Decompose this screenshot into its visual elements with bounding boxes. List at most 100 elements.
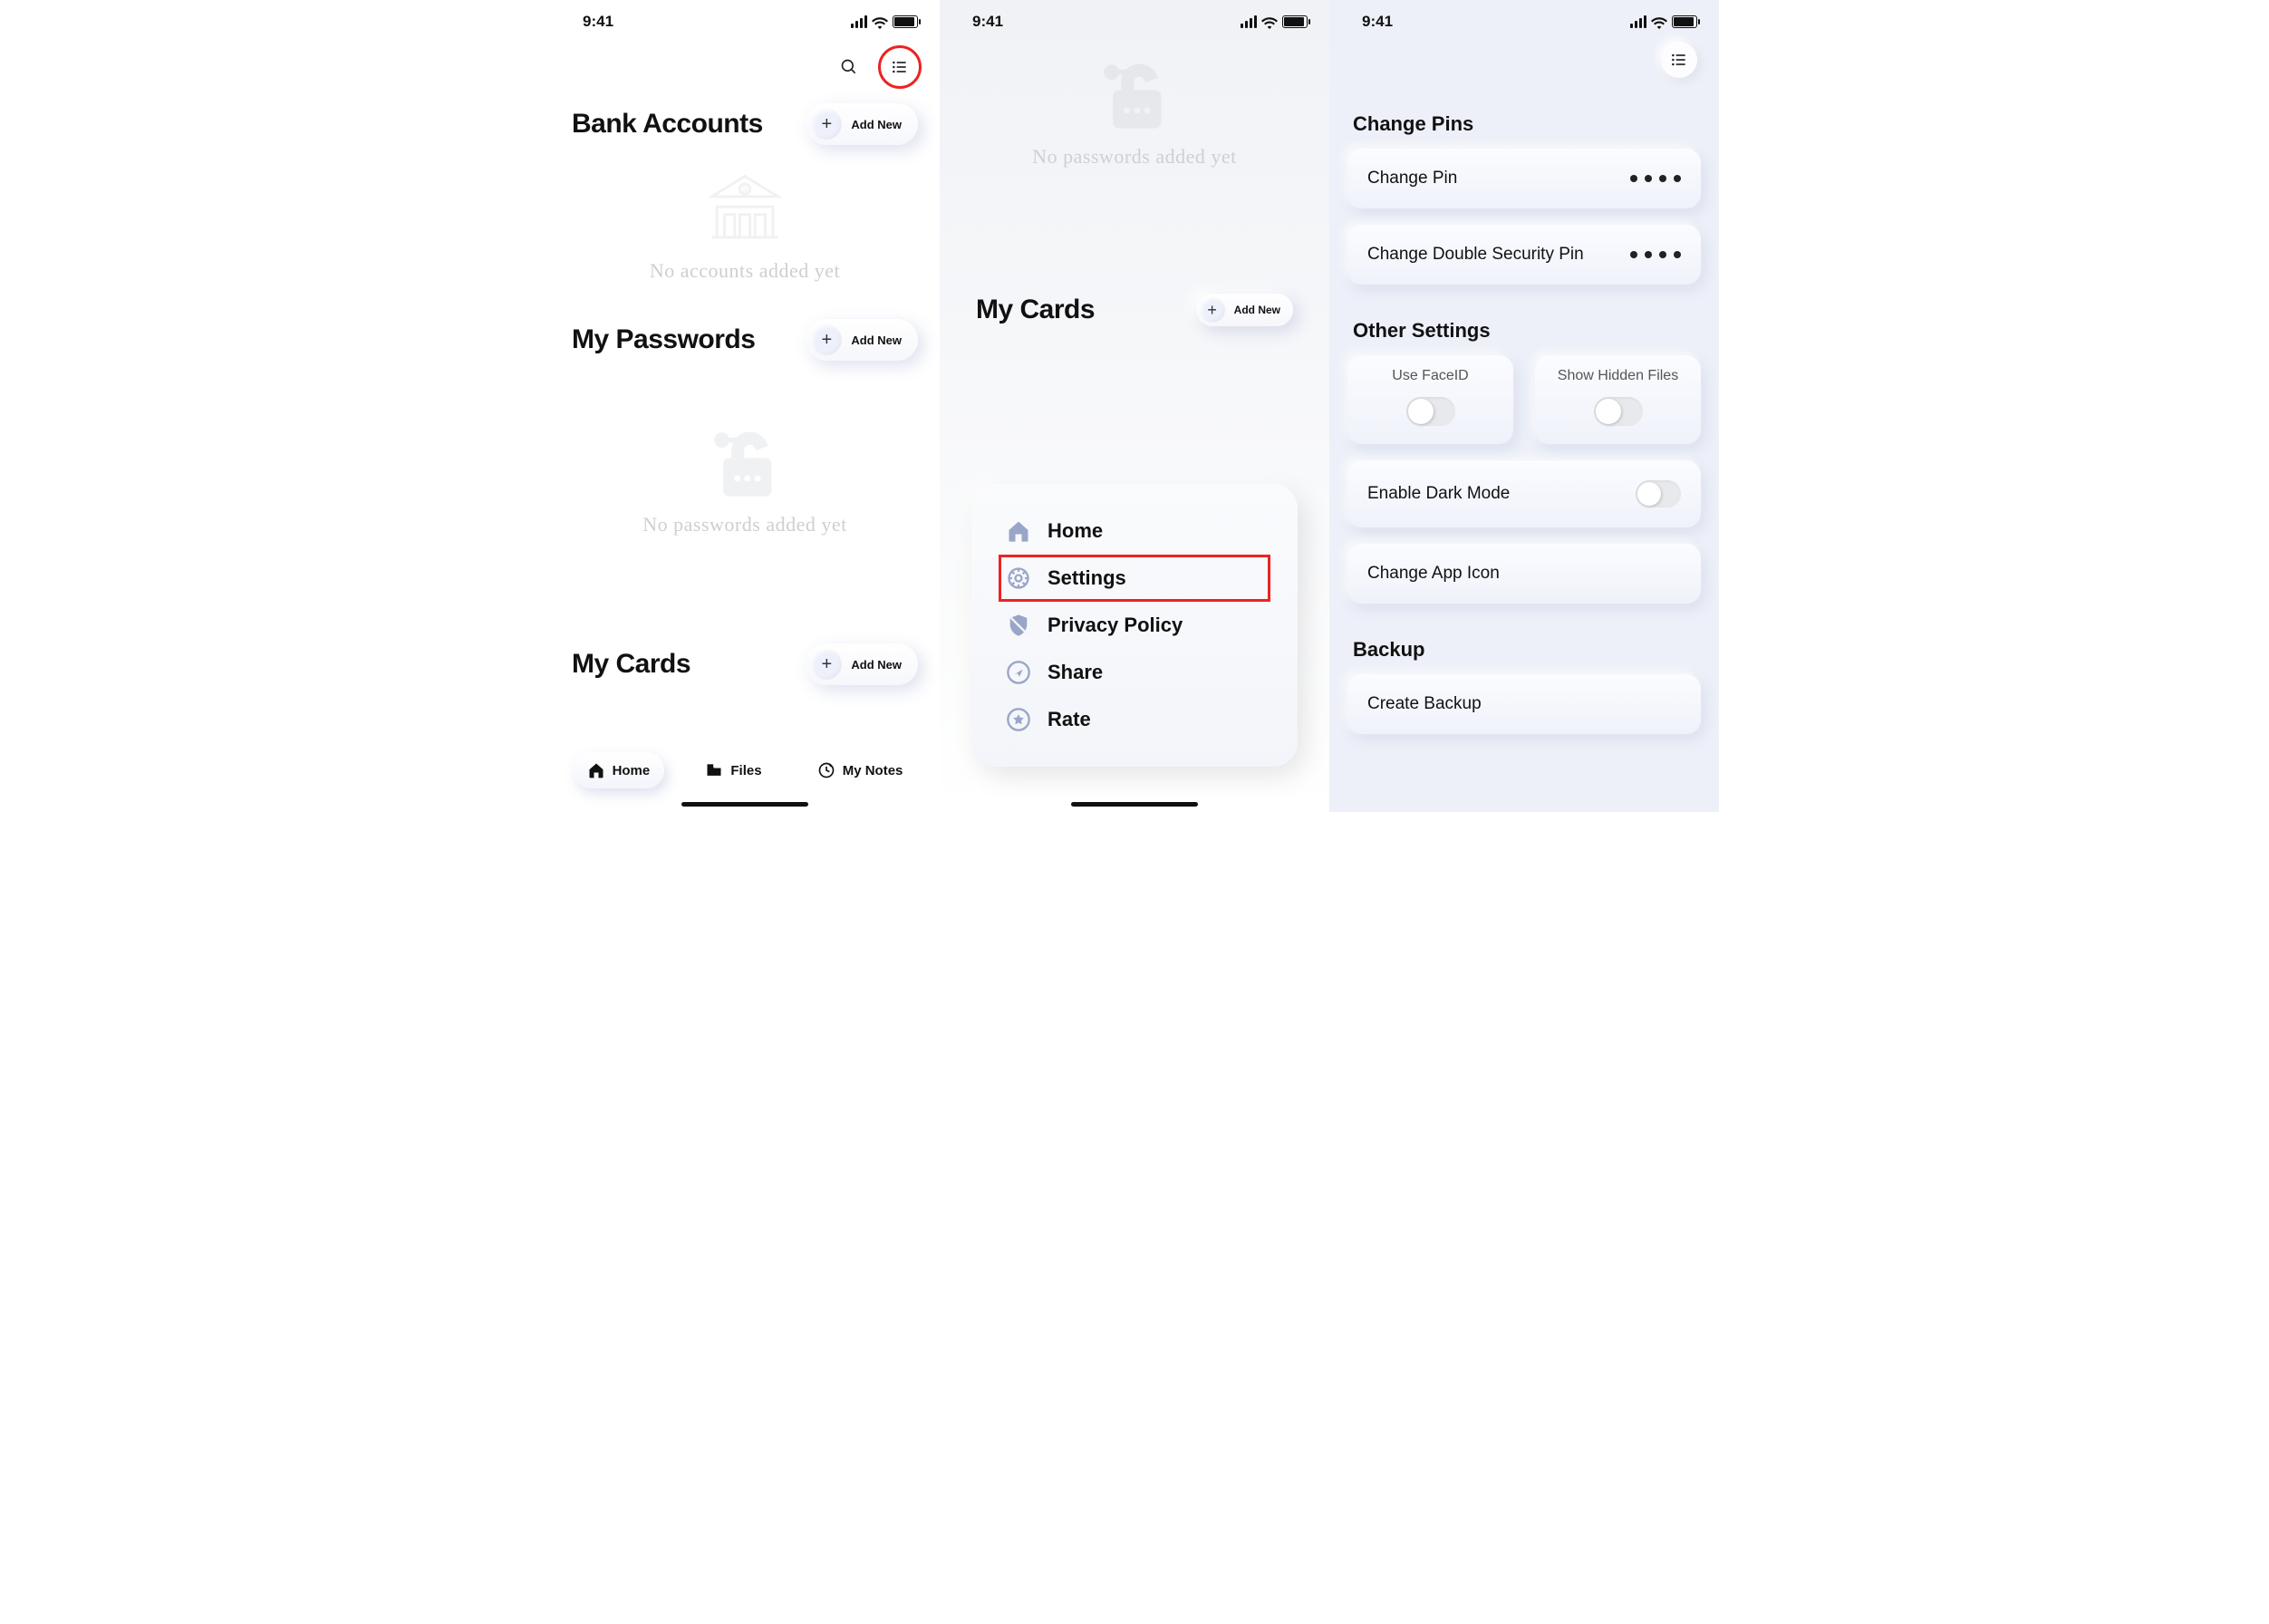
row-change-pin-label: Change Pin bbox=[1367, 169, 1457, 188]
screen-home: 9:41 Bank Accounts + Add New bbox=[550, 0, 940, 812]
row-dark-mode-label: Enable Dark Mode bbox=[1367, 484, 1510, 504]
menu-home-label: Home bbox=[1048, 519, 1103, 543]
plus-icon: + bbox=[811, 324, 842, 355]
section-title-cards: My Cards bbox=[572, 649, 690, 680]
tab-files[interactable]: Files bbox=[690, 752, 776, 788]
toggle-faceid-switch[interactable] bbox=[1406, 397, 1455, 426]
wifi-icon bbox=[1651, 15, 1667, 28]
plus-icon: + bbox=[1200, 297, 1225, 323]
add-card-button[interactable]: + Add New bbox=[1196, 294, 1293, 326]
battery-icon bbox=[893, 15, 918, 28]
menu-rate-label: Rate bbox=[1048, 708, 1091, 731]
add-card-label: Add New bbox=[1234, 304, 1280, 316]
section-passwords: My Passwords + Add New bbox=[550, 308, 940, 368]
row-change-double-pin[interactable]: Change Double Security Pin bbox=[1347, 225, 1701, 285]
row-change-pin[interactable]: Change Pin bbox=[1347, 149, 1701, 208]
menu-list-button[interactable] bbox=[1661, 42, 1697, 78]
status-icons bbox=[1241, 15, 1308, 28]
list-icon bbox=[1670, 51, 1688, 69]
toggle-faceid-label: Use FaceID bbox=[1362, 368, 1499, 384]
menu-share-label: Share bbox=[1048, 661, 1103, 684]
home-icon bbox=[1006, 518, 1031, 544]
star-icon bbox=[1006, 707, 1031, 732]
passwords-empty-text: No passwords added yet bbox=[972, 145, 1297, 169]
row-create-backup[interactable]: Create Backup bbox=[1347, 674, 1701, 734]
section-title-cards: My Cards bbox=[976, 295, 1095, 325]
section-title-passwords: My Passwords bbox=[572, 324, 755, 355]
section-header-other: Other Settings bbox=[1347, 301, 1701, 355]
shield-icon bbox=[1006, 613, 1031, 638]
folder-icon bbox=[705, 761, 723, 779]
section-header-change-pins: Change Pins bbox=[1347, 94, 1701, 149]
list-icon bbox=[891, 58, 909, 76]
row-change-double-pin-label: Change Double Security Pin bbox=[1367, 245, 1584, 265]
bank-empty-state: $ No accounts added yet bbox=[550, 152, 940, 308]
svg-text:$: $ bbox=[742, 183, 748, 194]
home-indicator bbox=[681, 802, 808, 807]
section-bank-accounts: Bank Accounts + Add New bbox=[550, 92, 940, 152]
add-card-label: Add New bbox=[851, 658, 902, 672]
section-cards: My Cards + Add New bbox=[550, 562, 940, 692]
menu-item-privacy[interactable]: Privacy Policy bbox=[999, 602, 1270, 649]
pin-mask-icon bbox=[1630, 175, 1681, 182]
wifi-icon bbox=[872, 15, 888, 28]
section-header-backup: Backup bbox=[1347, 620, 1701, 674]
tab-notes-label: My Notes bbox=[843, 763, 903, 778]
menu-list-button[interactable] bbox=[882, 49, 918, 85]
pin-mask-icon bbox=[1630, 251, 1681, 258]
home-indicator bbox=[1071, 802, 1198, 807]
menu-settings-label: Settings bbox=[1048, 566, 1126, 590]
row-create-backup-label: Create Backup bbox=[1367, 694, 1482, 714]
toggle-dark-mode-switch[interactable] bbox=[1636, 480, 1681, 508]
tab-files-label: Files bbox=[730, 763, 761, 778]
battery-icon bbox=[1672, 15, 1697, 28]
add-bank-account-button[interactable]: + Add New bbox=[806, 103, 918, 145]
search-button[interactable] bbox=[831, 49, 867, 85]
plus-icon: + bbox=[811, 649, 842, 680]
home-icon bbox=[587, 761, 605, 779]
signal-icon bbox=[1241, 15, 1257, 28]
top-toolbar bbox=[550, 36, 940, 92]
status-bar: 9:41 bbox=[550, 0, 940, 36]
menu-privacy-label: Privacy Policy bbox=[1048, 614, 1183, 637]
passwords-empty-text: No passwords added yet bbox=[550, 513, 940, 536]
share-icon bbox=[1006, 660, 1031, 685]
row-dark-mode: Enable Dark Mode bbox=[1347, 460, 1701, 527]
top-toolbar bbox=[1329, 36, 1719, 85]
add-card-button[interactable]: + Add New bbox=[806, 643, 918, 685]
passwords-empty-state: No passwords added yet bbox=[550, 368, 940, 562]
signal-icon bbox=[1630, 15, 1646, 28]
status-time: 9:41 bbox=[583, 13, 613, 31]
status-icons bbox=[851, 15, 918, 28]
popup-menu: Home Settings Privacy Policy Share Rate bbox=[971, 484, 1298, 767]
row-app-icon[interactable]: Change App Icon bbox=[1347, 544, 1701, 604]
lock-icon bbox=[1094, 54, 1175, 136]
menu-item-settings[interactable]: Settings bbox=[999, 555, 1270, 602]
tab-home-label: Home bbox=[613, 763, 651, 778]
status-time: 9:41 bbox=[1362, 13, 1393, 31]
menu-item-rate[interactable]: Rate bbox=[999, 696, 1270, 743]
add-password-button[interactable]: + Add New bbox=[806, 319, 918, 361]
plus-icon: + bbox=[811, 109, 842, 140]
toggle-hidden-files-switch[interactable] bbox=[1594, 397, 1643, 426]
lock-icon bbox=[704, 422, 786, 504]
add-password-label: Add New bbox=[851, 334, 902, 347]
toggle-faceid-card: Use FaceID bbox=[1347, 355, 1513, 444]
tab-home[interactable]: Home bbox=[573, 752, 665, 788]
notes-icon bbox=[817, 761, 835, 779]
battery-icon bbox=[1282, 15, 1308, 28]
screen-settings: 9:41 Change Pins Change Pin Change Doubl… bbox=[1329, 0, 1719, 812]
status-icons bbox=[1630, 15, 1697, 28]
menu-item-home[interactable]: Home bbox=[999, 508, 1270, 555]
toggle-hidden-files-label: Show Hidden Files bbox=[1550, 368, 1686, 384]
passwords-empty-state: No passwords added yet bbox=[972, 54, 1297, 194]
signal-icon bbox=[851, 15, 867, 28]
bank-icon: $ bbox=[704, 169, 786, 250]
row-app-icon-label: Change App Icon bbox=[1367, 564, 1500, 584]
tab-notes[interactable]: My Notes bbox=[803, 752, 918, 788]
section-title-bank: Bank Accounts bbox=[572, 109, 763, 140]
tab-bar: Home Files My Notes bbox=[550, 745, 940, 796]
menu-item-share[interactable]: Share bbox=[999, 649, 1270, 696]
toggle-hidden-files-card: Show Hidden Files bbox=[1535, 355, 1701, 444]
status-bar: 9:41 bbox=[940, 0, 1329, 36]
